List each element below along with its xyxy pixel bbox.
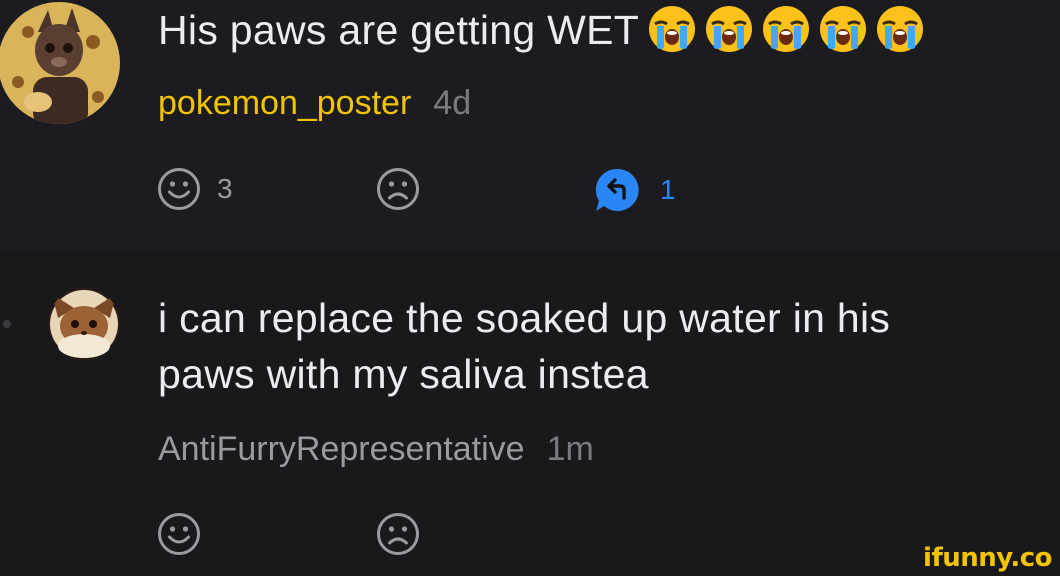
comment-card: His paws are getting WET pokemon_poster 4… [0,0,1060,250]
comment-meta: pokemon_poster 4d [158,83,471,123]
loudly-crying-face-icon [706,6,753,53]
comment-text-line: i can replace the soaked up water in his [158,295,891,341]
unsmile-icon [377,168,419,210]
thread-indicator [3,320,11,328]
comment-text: His paws are getting WET [158,2,932,62]
user-avatar[interactable] [48,288,120,360]
author-name[interactable]: AntiFurryRepresentative [158,430,525,468]
unsmile-button[interactable] [376,512,420,556]
ifunny-watermark: ifunny.co [923,543,1052,573]
emoji-group [647,4,932,62]
loudly-crying-face-icon [820,6,867,53]
comment-text-content: His paws are getting WET [158,7,640,53]
unsmile-button[interactable] [376,167,420,211]
author-name[interactable]: pokemon_poster [158,84,411,122]
timestamp: 1m [546,430,594,468]
loudly-crying-face-icon [649,6,696,53]
loudly-crying-face-icon [877,6,924,53]
timestamp: 4d [433,84,472,122]
comment-text-line: paws with my saliva instea [158,351,649,397]
reply-button[interactable]: 1 [594,166,676,214]
user-avatar[interactable] [0,2,120,124]
smile-icon [158,168,200,210]
smile-button[interactable]: 3 [157,167,233,211]
avatar-image [0,2,120,124]
smile-count: 3 [217,173,233,204]
smile-icon [158,513,200,555]
avatar-image [48,288,120,360]
reply-count: 1 [660,174,676,205]
unsmile-icon [377,513,419,555]
loudly-crying-face-icon [763,6,810,53]
comment-meta: AntiFurryRepresentative 1m [158,429,594,469]
smile-button[interactable] [157,512,201,556]
comment-text: i can replace the soaked up water in his… [158,290,890,402]
reply-bubble-icon [595,168,639,211]
reply-comment-card: i can replace the soaked up water in his… [0,250,1060,576]
